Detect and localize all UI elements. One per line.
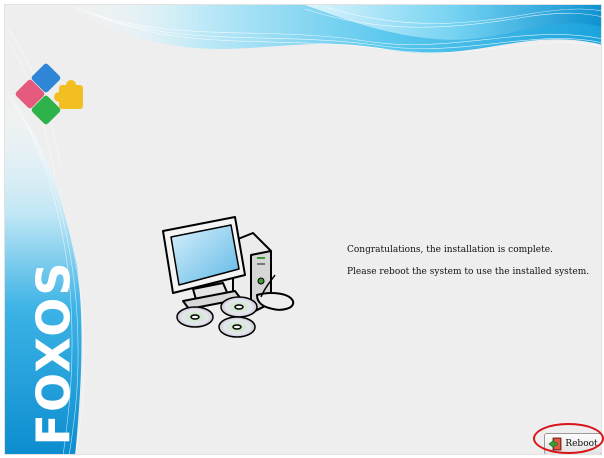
- reboot-instruction: Please reboot the system to use the inst…: [347, 267, 590, 277]
- brand-logo-text: FOXOS: [21, 253, 85, 453]
- installer-window: FOXOS Congratulations, the installation …: [4, 4, 602, 455]
- brand-name: FOXOS: [26, 260, 81, 446]
- reboot-icon: [548, 437, 562, 451]
- computer-with-discs-icon: [162, 216, 295, 338]
- puzzle-pieces-icon: [15, 63, 83, 125]
- completion-message: Congratulations, the installation is com…: [347, 245, 553, 255]
- reboot-button[interactable]: Reboot: [544, 433, 601, 454]
- reboot-button-label: Reboot: [565, 439, 598, 449]
